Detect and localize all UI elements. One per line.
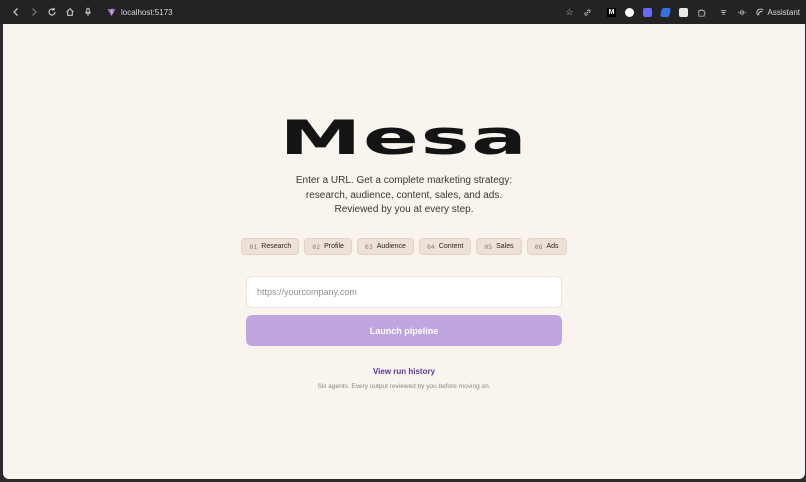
cloud-extension-icon[interactable] (660, 6, 672, 18)
assistant-button[interactable]: Assistant (755, 7, 800, 17)
step-chip-sales: 05 Sales (476, 238, 522, 255)
microphone-button[interactable] (79, 0, 97, 24)
puzzle-icon[interactable] (696, 6, 708, 18)
step-chip-ads: 06 Ads (526, 238, 567, 255)
reload-icon (48, 7, 56, 16)
home-icon (66, 8, 74, 16)
tagline-line-2: research, audience, content, sales, and … (305, 189, 503, 201)
footnote: Six agents. Every output reviewed by you… (317, 383, 491, 390)
toolbar-actions: ☆ M Assistant (564, 0, 800, 24)
step-chip-research: 01 Research (241, 238, 300, 255)
step-chip-audience: 03 Audience (356, 238, 414, 255)
pipeline-steps: 01 Research 02 Profile 03 Audience 04 Co… (3, 238, 805, 255)
url-text: localhost:5173 (121, 7, 173, 17)
tagline-line-1: Enter a URL. Get a complete marketing st… (295, 175, 513, 186)
step-label: Research (261, 243, 292, 250)
step-chip-content: 04 Content (418, 238, 472, 255)
step-label: Profile (324, 243, 344, 250)
step-number: 05 (484, 242, 493, 251)
reload-button[interactable] (43, 0, 61, 24)
vite-logo-icon (107, 7, 116, 16)
step-label: Ads (546, 243, 559, 250)
mesa-logo: Mesa (279, 111, 529, 166)
menu-icon[interactable] (718, 6, 730, 18)
page-viewport: Mesa Enter a URL. Get a complete marketi… (3, 24, 805, 479)
chevron-left-icon (13, 8, 18, 16)
microphone-icon (85, 7, 91, 16)
step-label: Sales (496, 243, 514, 250)
link-icon[interactable] (582, 6, 594, 18)
tagline: Enter a URL. Get a complete marketing st… (3, 174, 805, 218)
medium-extension-icon[interactable]: M (606, 6, 618, 18)
assistant-label: Assistant (767, 7, 800, 17)
audio-waveform-icon[interactable] (736, 6, 748, 18)
step-chip-profile: 02 Profile (304, 238, 352, 255)
forward-button[interactable] (25, 0, 43, 24)
chat-extension-icon[interactable] (642, 6, 654, 18)
step-label: Audience (376, 243, 406, 250)
launch-pipeline-button[interactable]: Launch pipeline (246, 315, 562, 346)
step-number: 01 (249, 242, 258, 251)
home-button[interactable] (61, 0, 79, 24)
star-icon[interactable]: ☆ (564, 6, 576, 18)
url-input[interactable] (246, 276, 562, 308)
circle-extension-icon[interactable] (624, 6, 636, 18)
step-number: 03 (364, 242, 373, 251)
step-number: 06 (534, 242, 543, 251)
address-bar[interactable]: localhost:5173 (107, 8, 173, 17)
view-run-history-link[interactable]: View run history (3, 367, 805, 376)
assistant-icon (755, 8, 764, 16)
browser-toolbar: localhost:5173 ☆ M Assistant (0, 0, 806, 24)
chevron-right-icon (32, 8, 37, 16)
tagline-line-3: Reviewed by you at every step. (334, 204, 474, 215)
step-number: 02 (312, 242, 321, 251)
step-number: 04 (426, 242, 435, 251)
step-label: Content (438, 243, 464, 250)
back-button[interactable] (7, 0, 25, 24)
bookmark-extension-icon[interactable] (678, 6, 690, 18)
